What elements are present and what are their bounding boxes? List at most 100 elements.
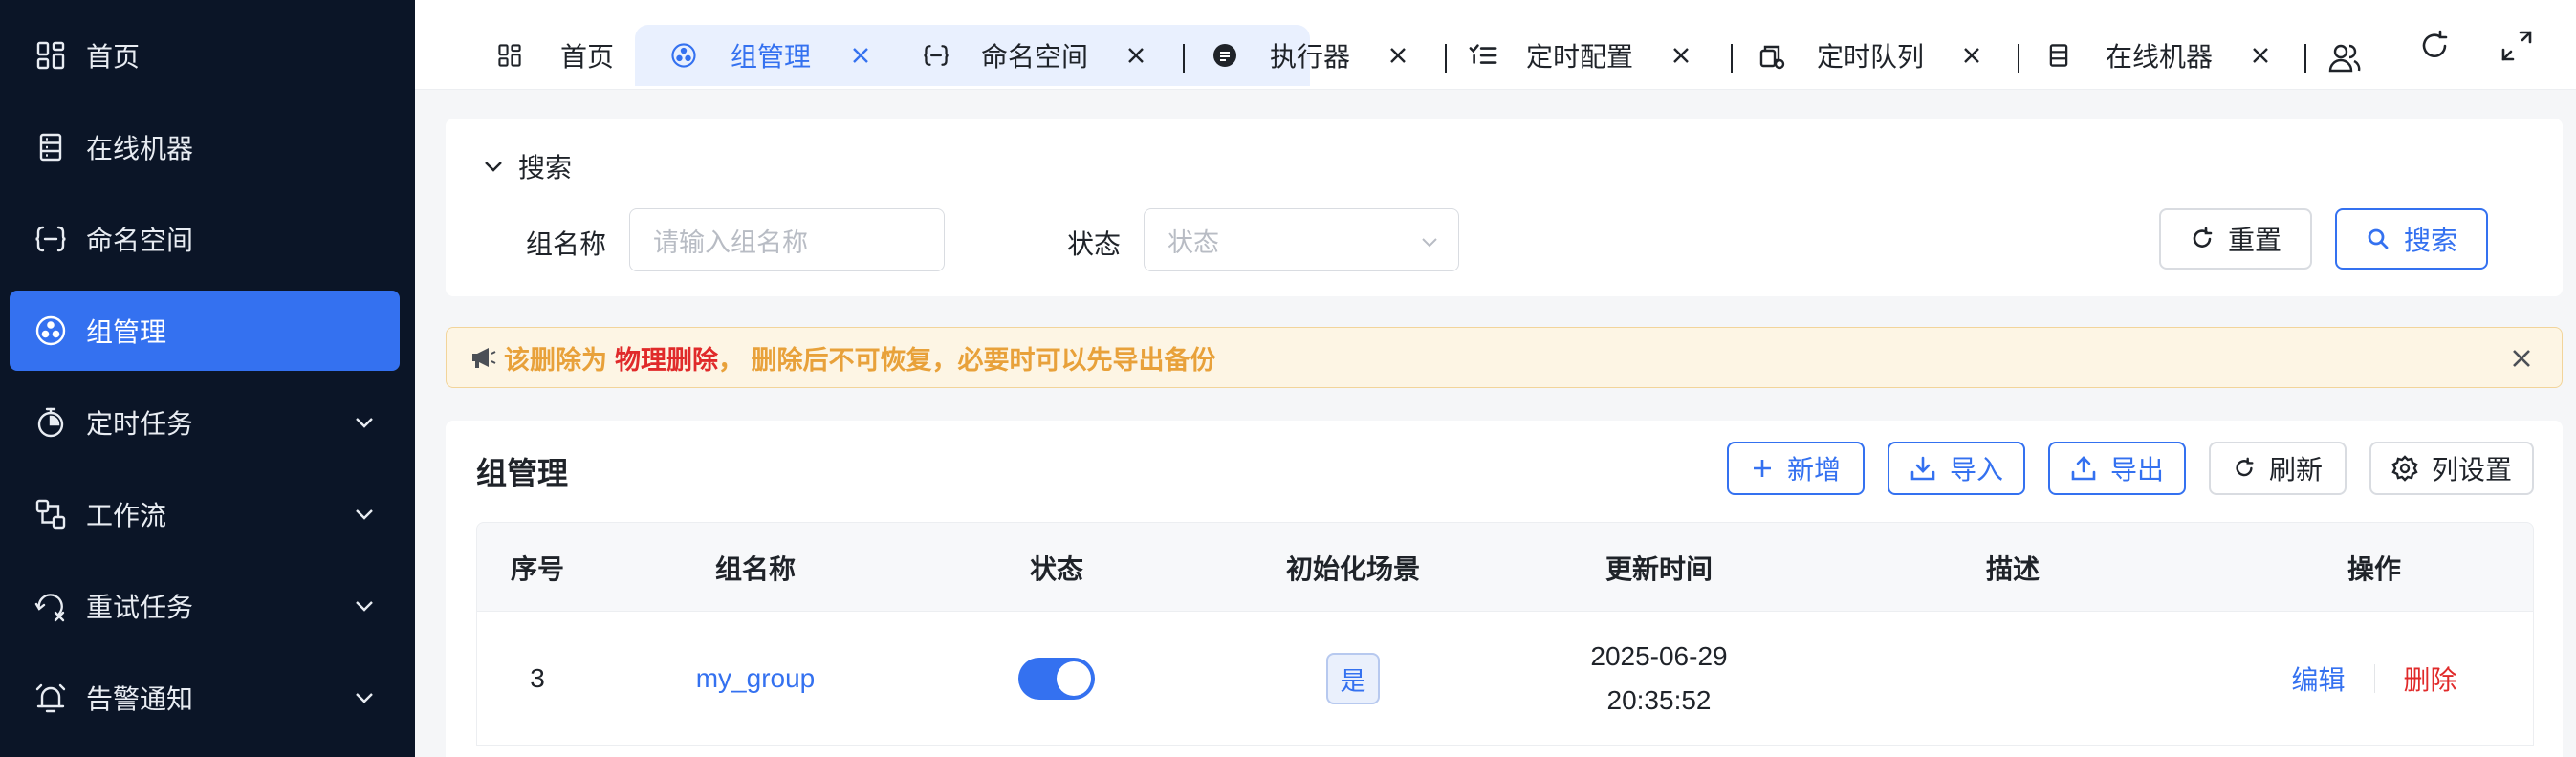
tab-schedule-queue[interactable]: 定时队列 — [1757, 25, 1983, 86]
fullscreen-icon[interactable] — [2500, 29, 2534, 63]
alert-highlight: 物理删除 — [615, 345, 718, 375]
refresh-button[interactable]: 刷新 — [2209, 442, 2347, 495]
close-icon[interactable] — [1670, 44, 1692, 67]
plus-icon — [1753, 460, 1771, 477]
tab-separator — [1445, 44, 1447, 73]
column-header-group-name: 组名称 — [714, 554, 796, 584]
alarm-icon — [33, 680, 69, 716]
server-icon — [2044, 41, 2073, 70]
cell-status — [913, 612, 1200, 746]
search-title: 搜索 — [518, 153, 573, 183]
refresh-icon[interactable] — [2417, 29, 2452, 63]
sidebar-item-group-management[interactable]: 组管理 — [10, 291, 400, 371]
refresh-icon — [2236, 457, 2254, 477]
tab-label: 命名空间 — [981, 42, 1089, 72]
export-button[interactable]: 导出 — [2048, 442, 2186, 495]
cell-actions: 编辑 删除 — [2214, 612, 2535, 746]
edit-button[interactable]: 编辑 — [2291, 660, 2345, 698]
sidebar-item-workflow[interactable]: 工作流 — [10, 474, 400, 554]
refresh-label: 刷新 — [2268, 455, 2323, 485]
refresh-icon — [2193, 227, 2213, 248]
sidebar-item-label: 在线机器 — [86, 134, 194, 163]
sidebar: 首页 在线机器 命名空间 组管理 定时任务 工作流 重试任务 告警通知 — [0, 0, 415, 757]
sidebar-item-online-machines[interactable]: 在线机器 — [10, 107, 400, 187]
chevron-down-icon — [356, 693, 373, 703]
search-button[interactable]: 搜索 — [2335, 208, 2488, 270]
tab-label: 在线机器 — [2106, 42, 2214, 72]
checklist-icon — [1469, 41, 1497, 70]
close-icon[interactable] — [1124, 44, 1147, 67]
cell-index: 3 — [530, 663, 545, 693]
tab-label: 首页 — [560, 42, 615, 72]
column-header-actions: 操作 — [2347, 554, 2401, 584]
import-button[interactable]: 导入 — [1888, 442, 2025, 495]
tab-label: 组管理 — [731, 42, 812, 72]
tab-separator — [2018, 44, 2019, 73]
cell-group-name-link[interactable]: my_group — [598, 612, 913, 746]
close-icon[interactable] — [849, 44, 872, 67]
column-settings-button[interactable]: 列设置 — [2369, 442, 2534, 495]
column-header-update-time: 更新时间 — [1605, 554, 1713, 584]
users-icon[interactable] — [2327, 40, 2362, 75]
delete-button[interactable]: 删除 — [2404, 660, 2457, 698]
sidebar-item-namespace[interactable]: 命名空间 — [10, 199, 400, 279]
tab-schedule-config[interactable]: 定时配置 — [1469, 25, 1692, 86]
tab-home[interactable]: 首页 — [495, 25, 614, 86]
status-placeholder: 状态 — [1168, 227, 1219, 257]
queue-icon — [1757, 41, 1786, 70]
column-header-status: 状态 — [1029, 554, 1083, 584]
sidebar-item-home[interactable]: 首页 — [10, 15, 400, 96]
sidebar-item-label: 重试任务 — [86, 593, 194, 622]
chevron-down-icon — [356, 601, 373, 612]
dashboard-icon — [33, 37, 69, 74]
sidebar-item-retry-tasks[interactable]: 重试任务 — [10, 566, 400, 646]
chevron-down-icon — [1422, 238, 1437, 248]
tab-separator — [1731, 44, 1733, 73]
group-icon — [669, 41, 698, 70]
toggle-knob — [1057, 661, 1091, 696]
column-header-index: 序号 — [510, 554, 564, 584]
alert-suffix: ， 删除后不可恢复，必要时可以先导出备份 — [718, 345, 1216, 375]
download-icon — [1910, 456, 1935, 481]
tab-namespace[interactable]: 命名空间 — [922, 25, 1147, 86]
workflow-icon — [33, 496, 69, 532]
status-label: 状态 — [1067, 229, 1122, 259]
close-icon[interactable] — [1386, 44, 1409, 67]
upload-icon — [2071, 456, 2096, 481]
retry-icon — [33, 588, 69, 624]
tab-label: 定时队列 — [1817, 42, 1925, 72]
tab-separator — [1183, 44, 1185, 73]
group-icon — [33, 313, 69, 349]
column-header-description: 描述 — [1985, 554, 2040, 584]
action-divider — [2373, 664, 2375, 693]
group-name-input[interactable]: 请输入组名称 — [629, 208, 945, 271]
tab-bar: 首页 组管理 命名空间 执行器 定时配置 定时队列 在线机器 — [415, 0, 2576, 90]
tab-executor[interactable]: 执行器 — [1211, 25, 1409, 86]
tab-label: 定时配置 — [1526, 42, 1634, 72]
table-header: 序号 组名称 状态 初始化场景 更新时间 描述 操作 — [476, 522, 2534, 612]
column-header-init-scene: 初始化场景 — [1285, 554, 1420, 584]
add-button[interactable]: 新增 — [1727, 442, 1865, 495]
tab-online-machines[interactable]: 在线机器 — [2044, 25, 2272, 86]
status-toggle[interactable] — [1018, 658, 1095, 700]
sidebar-item-scheduled-tasks[interactable]: 定时任务 — [10, 382, 400, 463]
search-toggle[interactable]: 搜索 — [482, 147, 572, 185]
close-icon[interactable] — [1960, 44, 1983, 67]
alert-prefix: 该删除为 — [504, 345, 607, 375]
server-icon — [33, 129, 69, 165]
cell-description — [1812, 612, 2214, 746]
group-name-label: 组名称 — [526, 229, 607, 259]
search-icon — [2368, 228, 2389, 249]
tab-separator — [2304, 44, 2306, 73]
status-select[interactable]: 状态 — [1144, 208, 1459, 271]
executor-icon — [1211, 41, 1239, 70]
add-label: 新增 — [1786, 455, 1841, 485]
table-row: 3 my_group 是 2025-06-29 20:35:52 编辑 删除 — [476, 612, 2534, 746]
close-icon[interactable] — [2510, 347, 2533, 370]
close-icon[interactable] — [2249, 44, 2272, 67]
namespace-icon — [922, 41, 950, 70]
cell-init-scene: 是 — [1200, 612, 1506, 746]
sidebar-item-label: 首页 — [86, 42, 141, 72]
reset-button[interactable]: 重置 — [2159, 208, 2312, 270]
sidebar-item-alarm-notification[interactable]: 告警通知 — [10, 658, 400, 738]
